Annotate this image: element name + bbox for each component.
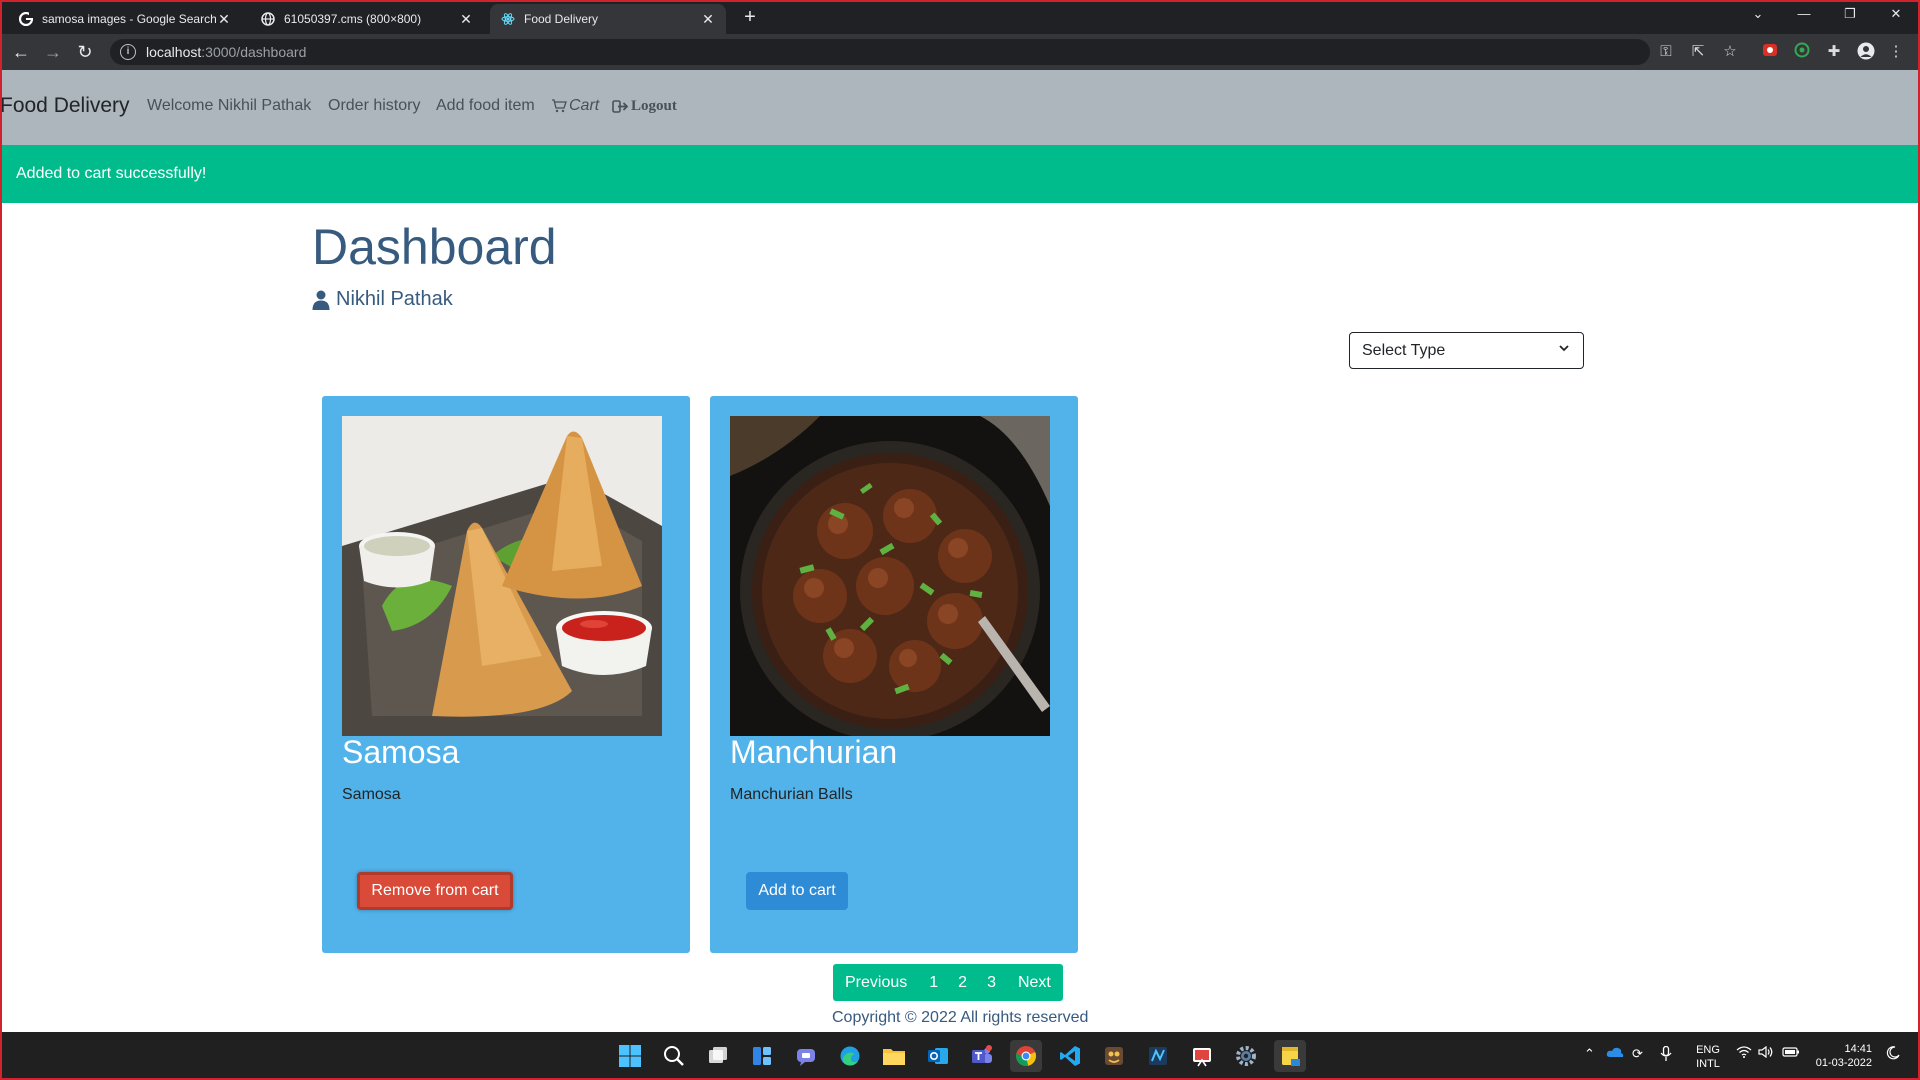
clock-time[interactable]: 14:41 xyxy=(1808,1042,1872,1056)
puzzle-icon[interactable]: ✚ xyxy=(1824,42,1844,62)
pagination-previous[interactable]: Previous xyxy=(833,964,919,1001)
food-image-manchurian xyxy=(730,416,1050,736)
pagination: Previous 1 2 3 Next xyxy=(833,964,1063,1001)
close-icon[interactable]: ✕ xyxy=(700,11,716,28)
card-description: Manchurian Balls xyxy=(730,786,853,803)
tab-search-icon[interactable]: ⌄ xyxy=(1736,0,1780,30)
logout-label: Logout xyxy=(631,98,677,114)
welcome-text: Welcome Nikhil Pathak xyxy=(147,97,312,114)
keyboard-layout[interactable]: INTL xyxy=(1690,1057,1726,1071)
app-icon[interactable] xyxy=(1142,1040,1174,1072)
widgets-icon[interactable] xyxy=(746,1040,778,1072)
close-icon[interactable]: ✕ xyxy=(458,11,474,28)
type-filter-select[interactable]: Select Type xyxy=(1349,332,1584,369)
clock-date[interactable]: 01-03-2022 xyxy=(1808,1056,1872,1070)
site-info-icon[interactable]: i xyxy=(120,44,136,60)
tab-image[interactable]: 61050397.cms (800×800) ✕ xyxy=(250,4,484,34)
url-host: localhost xyxy=(146,44,202,60)
sticky-notes-icon[interactable] xyxy=(1274,1040,1306,1072)
pagination-page-2[interactable]: 2 xyxy=(948,964,977,1001)
cart-icon xyxy=(552,99,567,113)
teams-icon[interactable] xyxy=(966,1040,998,1072)
pagination-page-3[interactable]: 3 xyxy=(977,964,1006,1001)
battery-icon[interactable] xyxy=(1782,1046,1800,1061)
taskbar: ⌃ ⟳ ENG INTL 14:41 01-03-2022 xyxy=(0,1032,1920,1080)
search-icon[interactable] xyxy=(658,1040,690,1072)
select-value: Select Type xyxy=(1362,341,1446,359)
file-explorer-icon[interactable] xyxy=(878,1040,910,1072)
pagination-page-1[interactable]: 1 xyxy=(919,964,948,1001)
remove-from-cart-button[interactable]: Remove from cart xyxy=(357,872,513,910)
close-window-button[interactable]: ✕ xyxy=(1874,0,1918,30)
tab-title: samosa images - Google Search xyxy=(42,12,216,26)
vscode-icon[interactable] xyxy=(1054,1040,1086,1072)
share-icon[interactable]: ⇱ xyxy=(1688,42,1708,62)
volume-icon[interactable] xyxy=(1758,1045,1774,1061)
tab-title: Food Delivery xyxy=(524,12,599,26)
card-title: Samosa xyxy=(342,734,460,770)
globe-icon xyxy=(260,11,276,27)
address-bar[interactable]: i localhost:3000/dashboard xyxy=(110,39,1650,65)
wifi-icon[interactable] xyxy=(1736,1046,1752,1061)
menu-kebab-icon[interactable]: ⋮ xyxy=(1886,42,1906,62)
app-navbar: Food Delivery Welcome Nikhil Pathak Orde… xyxy=(0,70,1920,145)
teams-chat-icon[interactable] xyxy=(790,1040,822,1072)
outlook-icon[interactable] xyxy=(922,1040,954,1072)
chrome-icon[interactable] xyxy=(1010,1040,1042,1072)
microphone-icon[interactable] xyxy=(1660,1045,1672,1065)
minimize-button[interactable]: — xyxy=(1782,0,1826,30)
add-to-cart-button[interactable]: Add to cart xyxy=(746,872,848,910)
food-image-samosa xyxy=(342,416,662,736)
new-tab-button[interactable]: + xyxy=(738,6,762,30)
browser-toolbar: ← → ↻ i localhost:3000/dashboard ⚿ ⇱ ☆ ✚… xyxy=(0,34,1920,70)
extension-icon[interactable] xyxy=(1760,42,1780,62)
logout-icon xyxy=(612,100,629,113)
success-alert: Added to cart successfully! xyxy=(0,145,1920,203)
task-view-icon[interactable] xyxy=(702,1040,734,1072)
food-card-samosa: Samosa Samosa Remove from cart xyxy=(322,396,690,953)
user-name: Nikhil Pathak xyxy=(336,288,453,310)
sync-icon[interactable]: ⟳ xyxy=(1632,1046,1643,1062)
close-icon[interactable]: ✕ xyxy=(216,11,232,28)
nav-cart[interactable]: Cart xyxy=(551,97,599,115)
browser-tabstrip: samosa images - Google Search ✕ 61050397… xyxy=(0,0,1920,34)
tab-food-delivery[interactable]: Food Delivery ✕ xyxy=(490,4,726,34)
tab-title: 61050397.cms (800×800) xyxy=(284,12,422,26)
pagination-next[interactable]: Next xyxy=(1006,964,1063,1001)
edge-icon[interactable] xyxy=(834,1040,866,1072)
tab-google-search[interactable]: samosa images - Google Search ✕ xyxy=(8,4,242,34)
chevron-down-icon xyxy=(1559,345,1569,352)
url-path: :3000/dashboard xyxy=(201,44,307,60)
food-card-manchurian: Manchurian Manchurian Balls Add to cart xyxy=(710,396,1078,953)
restore-button[interactable]: ❐ xyxy=(1828,0,1872,30)
card-description: Samosa xyxy=(342,786,401,803)
windows-start-icon[interactable] xyxy=(614,1040,646,1072)
profile-icon[interactable] xyxy=(1856,42,1876,62)
back-icon[interactable]: ← xyxy=(9,40,33,64)
notification-icon[interactable] xyxy=(1886,1046,1900,1063)
reload-icon[interactable]: ↻ xyxy=(73,40,97,64)
react-icon xyxy=(500,11,516,27)
key-icon[interactable]: ⚿ xyxy=(1656,42,1676,62)
settings-icon[interactable] xyxy=(1230,1040,1262,1072)
user-icon xyxy=(312,290,330,310)
card-title: Manchurian xyxy=(730,734,898,770)
snipping-tool-icon[interactable] xyxy=(1186,1040,1218,1072)
app-icon[interactable] xyxy=(1098,1040,1130,1072)
user-name-line: Nikhil Pathak xyxy=(312,288,453,311)
bookmark-star-icon[interactable]: ☆ xyxy=(1720,42,1740,62)
language-indicator[interactable]: ENG xyxy=(1690,1043,1726,1057)
nav-logout[interactable]: Logout xyxy=(612,98,677,115)
footer-copyright: Copyright © 2022 All rights reserved xyxy=(832,1009,1089,1026)
chevron-up-icon[interactable]: ⌃ xyxy=(1584,1046,1595,1062)
google-icon xyxy=(18,11,34,27)
brand-link[interactable]: Food Delivery xyxy=(0,94,130,118)
nav-order-history[interactable]: Order history xyxy=(328,97,420,115)
forward-icon[interactable]: → xyxy=(41,40,65,64)
extension-icon[interactable] xyxy=(1792,42,1812,62)
nav-add-food-item[interactable]: Add food item xyxy=(436,97,535,115)
page-title: Dashboard xyxy=(312,219,557,275)
cart-label: Cart xyxy=(569,97,600,114)
onedrive-icon[interactable] xyxy=(1606,1046,1624,1061)
